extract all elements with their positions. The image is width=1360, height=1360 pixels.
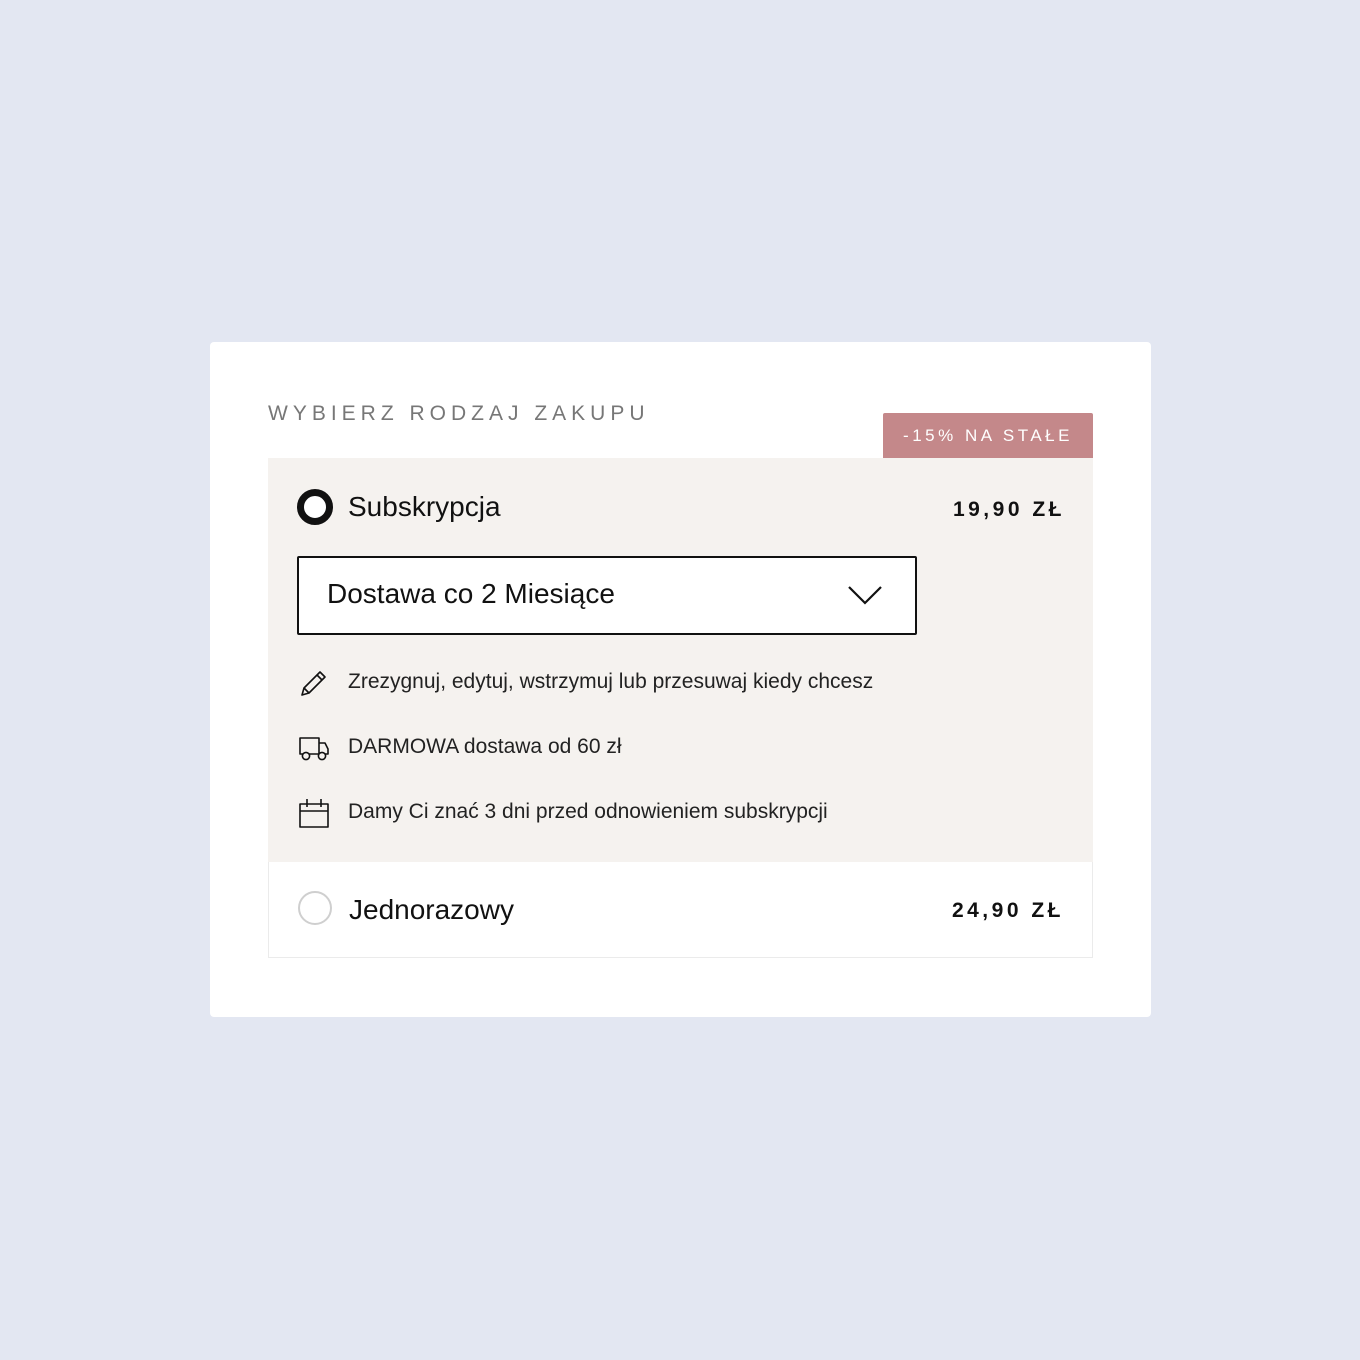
- feature-text: Damy Ci znać 3 dni przed odnowieniem sub…: [348, 800, 828, 823]
- feature-item-edit: Zrezygnuj, edytuj, wstrzymuj lub przesuw…: [297, 662, 997, 702]
- delivery-frequency-select[interactable]: Dostawa co 2 Miesiące: [297, 556, 917, 635]
- feature-text: Zrezygnuj, edytuj, wstrzymuj lub przesuw…: [348, 670, 874, 693]
- discount-badge: -15% NA STAŁE: [883, 413, 1093, 458]
- subscription-price: 19,90 ZŁ: [952, 498, 1065, 521]
- feature-item-reminder: Damy Ci znać 3 dni przed odnowieniem sub…: [297, 792, 997, 832]
- feature-text: DARMOWA dostawa od 60 zł: [348, 735, 622, 758]
- purchase-type-card: WYBIERZ RODZAJ ZAKUPU -15% NA STAŁE Subs…: [210, 342, 1151, 1017]
- one-time-option[interactable]: Jednorazowy 24,90 ZŁ: [268, 862, 1093, 958]
- one-time-price: 24,90 ZŁ: [951, 899, 1064, 922]
- subscription-label: Subskrypcja: [348, 491, 501, 522]
- one-time-radio[interactable]: [298, 891, 332, 925]
- calendar-icon: [299, 799, 329, 828]
- feature-item-delivery: DARMOWA dostawa od 60 zł: [297, 727, 997, 767]
- truck-icon: [299, 737, 329, 761]
- delivery-frequency-value: Dostawa co 2 Miesiące: [327, 578, 615, 609]
- subscription-radio[interactable]: [297, 489, 333, 525]
- pencil-icon: [301, 671, 326, 696]
- subscription-option[interactable]: Subskrypcja 19,90 ZŁ Dostawa co 2 Miesią…: [268, 458, 1093, 862]
- chevron-down-icon: [848, 586, 882, 605]
- one-time-label: Jednorazowy: [349, 894, 514, 925]
- section-title: WYBIERZ RODZAJ ZAKUPU: [268, 402, 650, 425]
